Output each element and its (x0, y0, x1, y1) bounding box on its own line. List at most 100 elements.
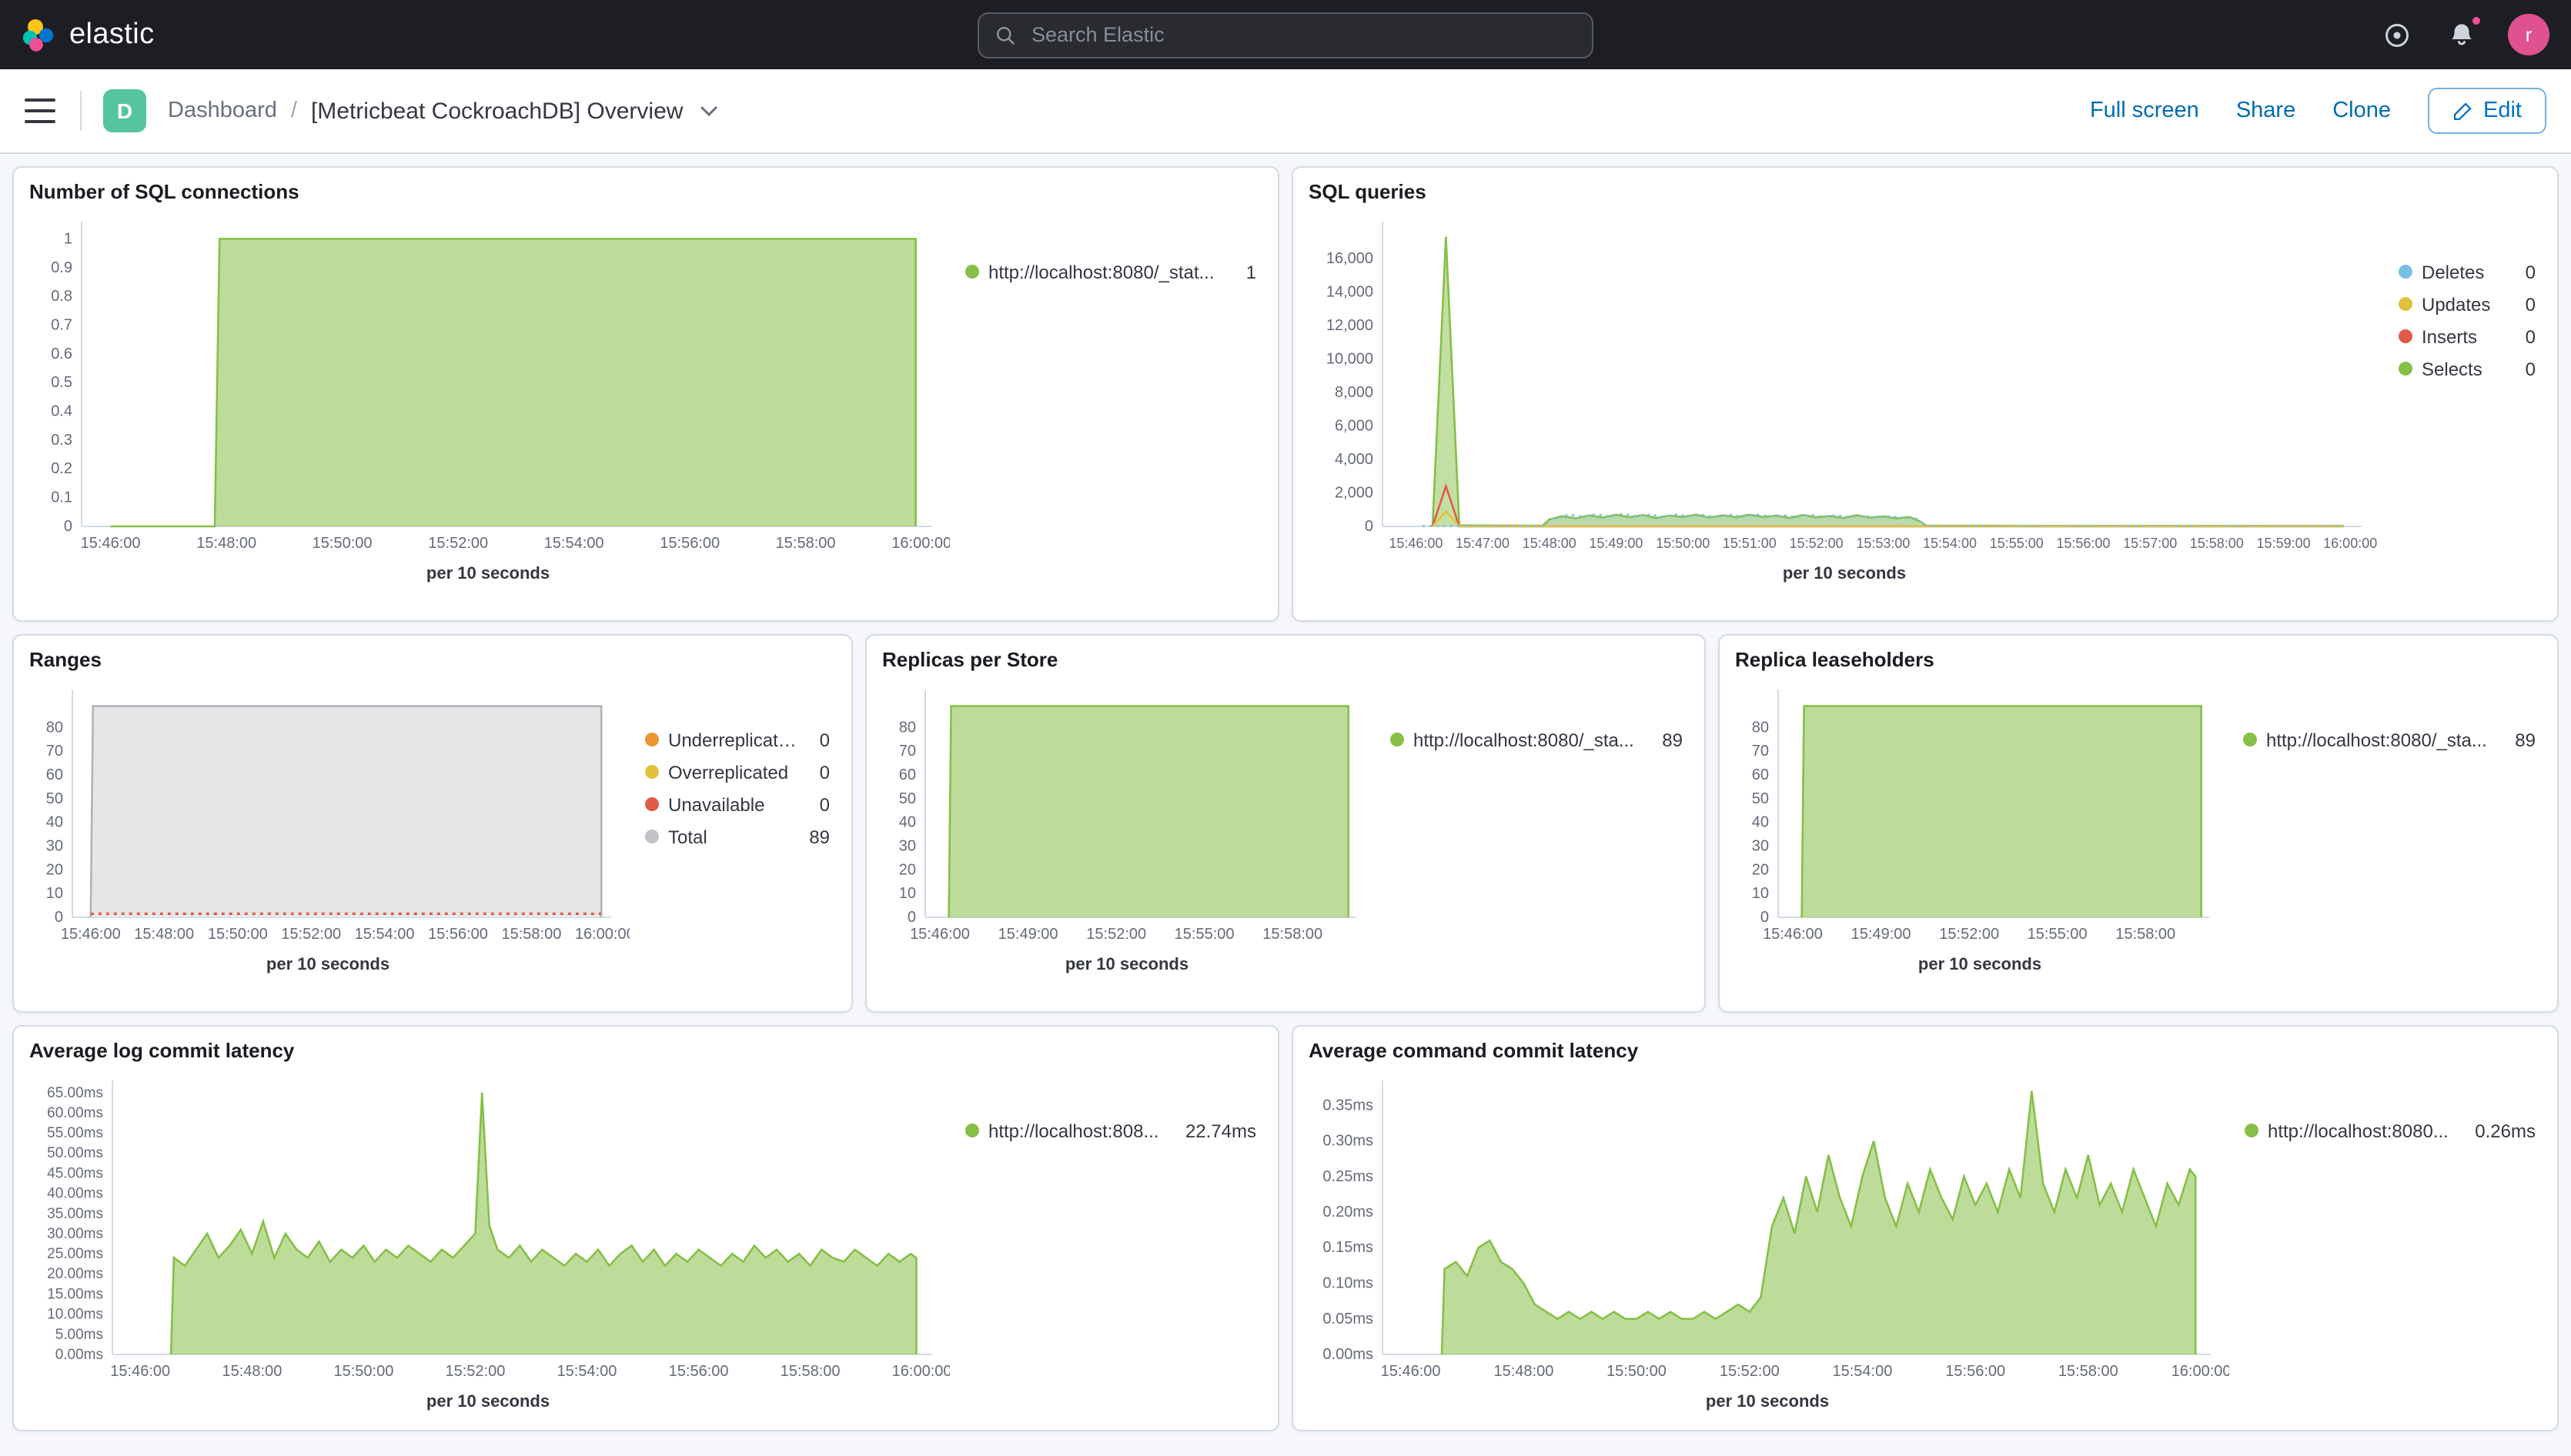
svg-text:15:52:00: 15:52:00 (1790, 536, 1844, 551)
deployment-icon[interactable] (2379, 16, 2416, 53)
legend-color-dot (645, 797, 659, 811)
svg-text:80: 80 (1752, 719, 1769, 736)
svg-text:70: 70 (46, 743, 63, 760)
legend-value: 0.26ms (2462, 1120, 2536, 1141)
search-input[interactable] (1028, 22, 1576, 48)
dashboard-row-1: Number of SQL connections 00.10.20.30.40… (12, 166, 2559, 622)
breadcrumb-dashboard-link[interactable]: Dashboard (168, 99, 277, 123)
svg-text:15:52:00: 15:52:00 (1939, 926, 1999, 943)
panel-replicas-per-store: Replicas per Store 0102030405060708015:4… (865, 634, 1706, 1013)
legend-color-dot (2399, 362, 2412, 376)
panel-title: Average command commit latency (1293, 1027, 2557, 1065)
svg-text:15:55:00: 15:55:00 (2028, 926, 2088, 943)
legend-color-dot (2399, 265, 2412, 279)
panel-title: Replicas per Store (867, 636, 1704, 674)
svg-text:0: 0 (55, 909, 63, 926)
share-button[interactable]: Share (2236, 99, 2295, 123)
svg-text:15:50:00: 15:50:00 (333, 1363, 393, 1380)
toolbar-divider (80, 91, 82, 131)
legend-item[interactable]: Total89 (645, 820, 830, 853)
svg-text:10.00ms: 10.00ms (47, 1307, 103, 1323)
edit-button-label: Edit (2483, 99, 2522, 123)
replica-leaseholders-chart[interactable]: 0102030405060708015:46:0015:49:0015:52:0… (1732, 677, 2228, 951)
elastic-brand[interactable]: elastic (22, 18, 155, 52)
svg-text:70: 70 (899, 743, 916, 760)
legend-item[interactable]: Inserts0 (2399, 320, 2536, 352)
svg-text:1: 1 (64, 230, 72, 247)
legend-label: Selects (2422, 358, 2482, 379)
svg-text:0.1: 0.1 (51, 489, 72, 506)
edit-button[interactable]: Edit (2428, 88, 2546, 134)
clone-button[interactable]: Clone (2332, 99, 2391, 123)
svg-text:15:52:00: 15:52:00 (281, 926, 341, 943)
svg-text:14,000: 14,000 (1326, 283, 1373, 300)
legend-color-dot (965, 265, 979, 279)
user-avatar[interactable]: r (2508, 14, 2549, 55)
ranges-chart[interactable]: 0102030405060708015:46:0015:48:0015:50:0… (26, 677, 630, 951)
svg-text:0.25ms: 0.25ms (1322, 1168, 1373, 1185)
svg-text:0.8: 0.8 (51, 288, 72, 305)
svg-text:65.00ms: 65.00ms (47, 1085, 103, 1101)
x-axis-title: per 10 seconds (1783, 565, 1906, 583)
svg-text:0: 0 (1760, 909, 1769, 926)
breadcrumb: Dashboard / [Metricbeat CockroachDB] Ove… (168, 98, 717, 124)
legend-item[interactable]: Selects 0 (2399, 352, 2536, 385)
svg-text:15:52:00: 15:52:00 (445, 1363, 505, 1380)
legend-item[interactable]: http://localhost:808...22.74ms (965, 1114, 1256, 1147)
svg-text:30: 30 (899, 838, 916, 855)
svg-text:45.00ms: 45.00ms (47, 1165, 103, 1181)
legend-color-dot (1390, 733, 1404, 746)
svg-text:0.20ms: 0.20ms (1322, 1204, 1373, 1221)
global-search[interactable] (978, 12, 1593, 58)
svg-text:15:56:00: 15:56:00 (660, 535, 720, 552)
log-commit-latency-chart[interactable]: 0.00ms5.00ms10.00ms15.00ms20.00ms25.00ms… (26, 1068, 950, 1388)
svg-text:30: 30 (46, 838, 63, 855)
svg-text:16:00:00: 16:00:00 (2323, 536, 2377, 551)
svg-text:40: 40 (46, 814, 63, 831)
svg-text:15:48:00: 15:48:00 (1493, 1363, 1553, 1380)
legend-label: http://localhost:8080/_sta... (2266, 729, 2487, 750)
full-screen-button[interactable]: Full screen (2090, 99, 2199, 123)
replicas-per-store-chart[interactable]: 0102030405060708015:46:0015:49:0015:52:0… (879, 677, 1375, 951)
legend-item[interactable]: Unavailable0 (645, 788, 830, 820)
legend-item[interactable]: Underreplicated0 (645, 723, 830, 756)
notifications-bell-icon[interactable] (2443, 16, 2480, 53)
svg-text:0.30ms: 0.30ms (1322, 1133, 1373, 1150)
legend-item[interactable]: Overreplicated0 (645, 756, 830, 788)
svg-text:15:46:00: 15:46:00 (910, 926, 970, 943)
svg-text:0.7: 0.7 (51, 316, 72, 333)
chart-legend: Underreplicated0Overreplicated0Unavailab… (630, 677, 839, 1002)
svg-text:15:50:00: 15:50:00 (1656, 536, 1710, 551)
legend-item[interactable]: Deletes0 (2399, 255, 2536, 288)
legend-item[interactable]: http://localhost:8080/_sta...89 (2243, 723, 2536, 756)
svg-text:15:52:00: 15:52:00 (428, 535, 488, 552)
legend-color-dot (2243, 733, 2257, 746)
legend-label: Inserts (2422, 326, 2477, 347)
svg-text:15:58:00: 15:58:00 (2190, 536, 2244, 551)
legend-item[interactable]: Updates0 (2399, 288, 2536, 320)
command-commit-latency-chart[interactable]: 0.00ms0.05ms0.10ms0.15ms0.20ms0.25ms0.30… (1306, 1068, 2229, 1388)
chevron-down-icon[interactable] (700, 105, 717, 116)
svg-text:10: 10 (1752, 885, 1769, 902)
legend-item[interactable]: http://localhost:8080/_sta...89 (1390, 723, 1683, 756)
svg-text:0.4: 0.4 (51, 403, 72, 420)
x-axis-title: per 10 seconds (1918, 956, 2041, 974)
menu-hamburger-icon[interactable] (25, 99, 55, 123)
svg-text:15:58:00: 15:58:00 (781, 1363, 841, 1380)
sql-connections-chart[interactable]: 00.10.20.30.40.50.60.70.80.9115:46:0015:… (26, 209, 950, 560)
dashboard-content: Number of SQL connections 00.10.20.30.40… (0, 154, 2571, 1456)
chart-legend: http://localhost:808...22.74ms (950, 1068, 1265, 1421)
svg-text:15:56:00: 15:56:00 (1945, 1363, 2005, 1380)
legend-color-dot (645, 830, 659, 843)
svg-text:15:56:00: 15:56:00 (2056, 536, 2110, 551)
svg-text:15:58:00: 15:58:00 (501, 926, 561, 943)
svg-text:40: 40 (1752, 814, 1769, 831)
x-axis-title: per 10 seconds (426, 1393, 550, 1411)
sql-queries-chart[interactable]: 02,0004,0006,0008,00010,00012,00014,0001… (1306, 209, 2383, 560)
legend-item[interactable]: http://localhost:8080...0.26ms (2245, 1114, 2536, 1147)
legend-value: 0 (2513, 358, 2536, 379)
legend-item[interactable]: http://localhost:8080/_stat...1 (965, 255, 1256, 288)
legend-label: Total (668, 826, 707, 847)
svg-text:15:57:00: 15:57:00 (2123, 536, 2177, 551)
svg-text:40: 40 (899, 814, 916, 831)
